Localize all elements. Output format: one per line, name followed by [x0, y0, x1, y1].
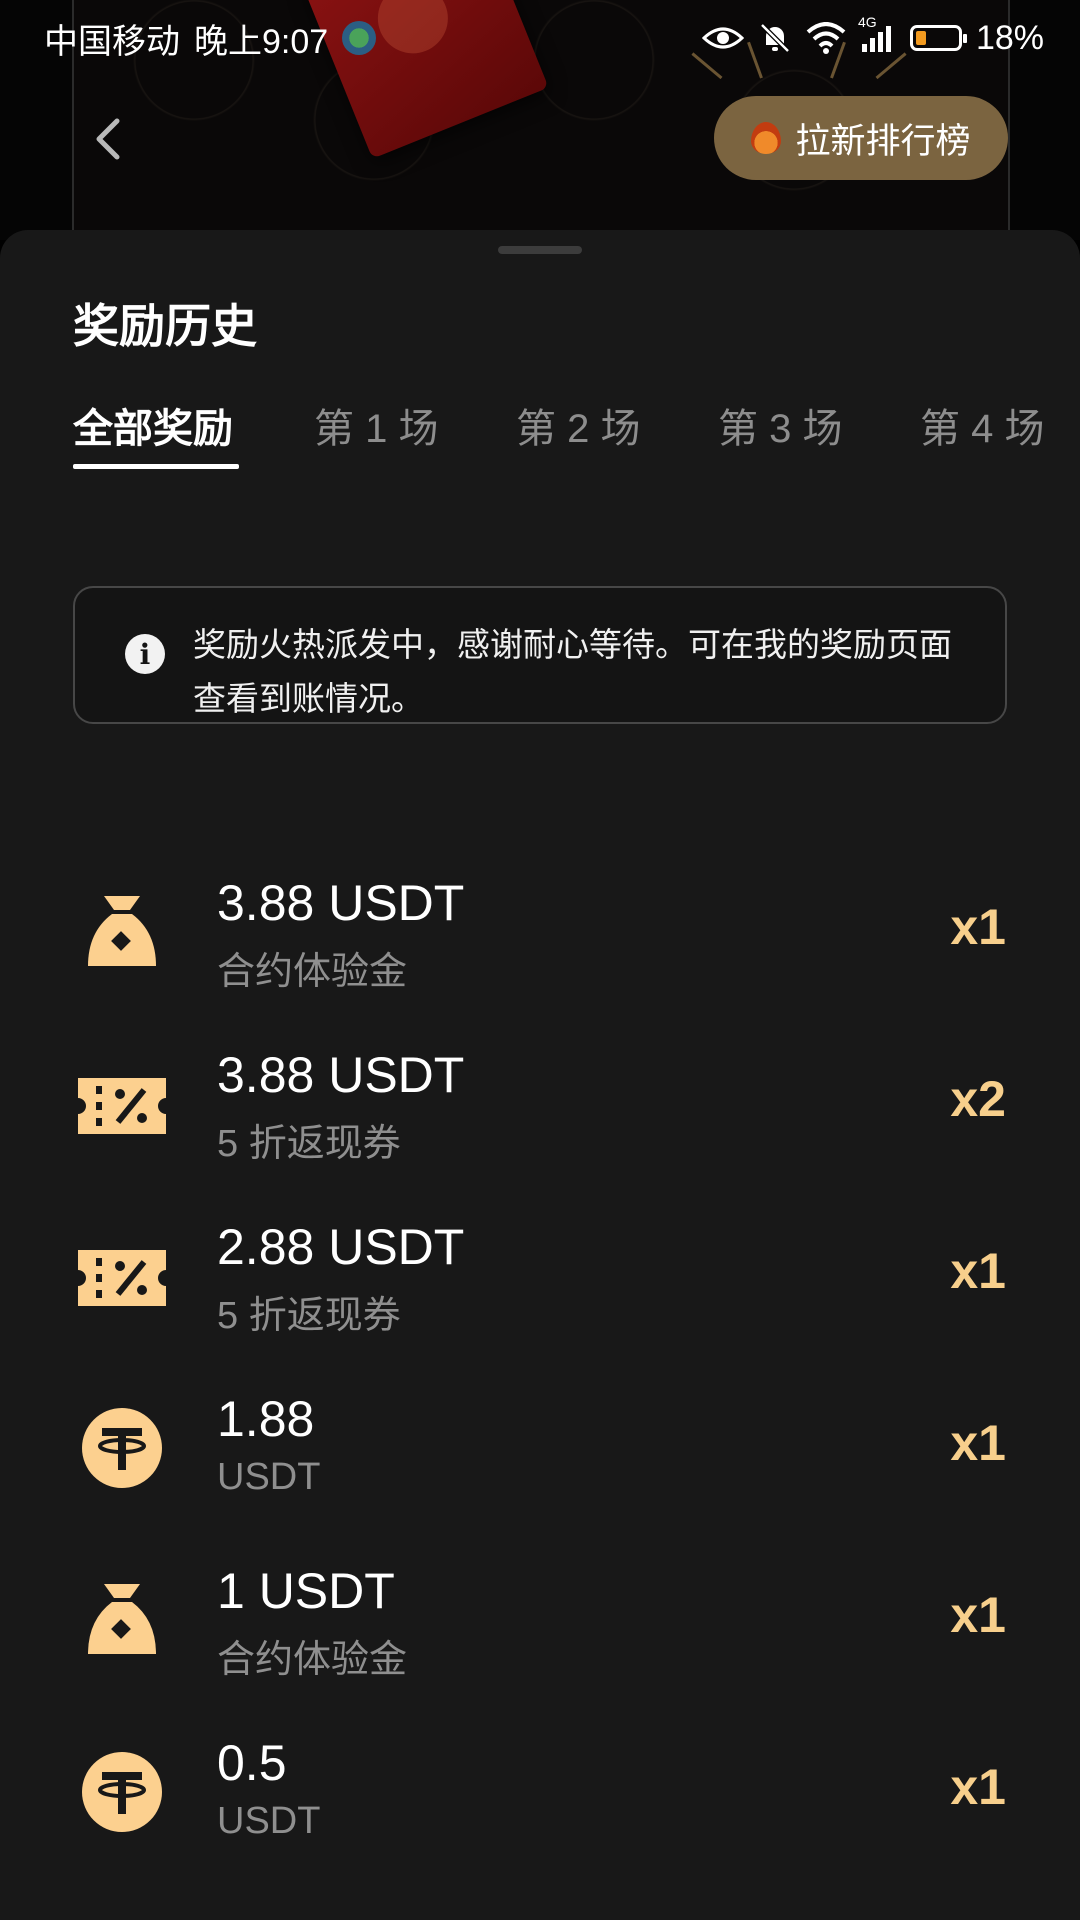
- reward-amount: 2.88 USDT: [217, 1219, 465, 1275]
- sheet-title: 奖励历史: [73, 300, 257, 352]
- tether-icon: [82, 1752, 162, 1832]
- reward-quantity: x1: [950, 1759, 1006, 1815]
- tab-round-2[interactable]: 第 2 场: [516, 396, 640, 454]
- reward-item: 2.88 USDT 5 折返现券 x1: [0, 1192, 1080, 1364]
- eye-icon: [701, 24, 744, 52]
- flame-icon: [751, 122, 782, 154]
- tab-round-4[interactable]: 第 4 场: [920, 396, 1044, 454]
- coupon-icon: [78, 1250, 166, 1306]
- reward-type: 合约体验金: [217, 951, 408, 993]
- reward-quantity: x1: [950, 1587, 1006, 1643]
- reward-amount: 0.5: [217, 1735, 287, 1791]
- reward-type: 5 折返现券: [217, 1123, 401, 1165]
- reward-item: 1.88 USDT x1: [0, 1364, 1080, 1536]
- notice-text: 奖励火热派发中，感谢耐心等待。可在我的奖励页面查看到账情况。: [193, 626, 952, 717]
- carrier-label: 中国移动: [44, 22, 180, 61]
- tab-all-rewards[interactable]: 全部奖励: [73, 396, 233, 454]
- clock: 晚上9:07: [194, 22, 329, 61]
- battery-icon: [909, 25, 967, 51]
- reward-item: 1 USDT 合约体验金 x1: [0, 1536, 1080, 1708]
- money-bag-icon: [88, 896, 156, 966]
- network-type-label: 4G: [857, 14, 877, 30]
- chevron-left-icon: [96, 118, 120, 160]
- info-notice: i 奖励火热派发中，感谢耐心等待。可在我的奖励页面查看到账情况。: [73, 586, 1007, 724]
- tether-icon: [82, 1408, 162, 1488]
- reward-amount: 3.88 USDT: [217, 1047, 465, 1103]
- active-tab-indicator: [73, 464, 239, 469]
- tab-round-3[interactable]: 第 3 场: [718, 396, 842, 454]
- reward-quantity: x1: [950, 899, 1006, 955]
- battery-percent: 18%: [975, 18, 1044, 57]
- reward-item: 0.5 USDT x1: [0, 1708, 1080, 1880]
- app-notification-icon: [342, 21, 377, 55]
- reward-type: USDT: [217, 1456, 321, 1498]
- mute-bell-icon: [758, 21, 792, 55]
- reward-quantity: x1: [950, 1415, 1006, 1471]
- reward-type: 5 折返现券: [217, 1295, 401, 1337]
- cellular-signal-icon: 4G: [858, 14, 896, 54]
- wifi-icon: [806, 22, 846, 54]
- reward-quantity: x1: [950, 1243, 1006, 1299]
- round-tabs: 全部奖励 第 1 场 第 2 场 第 3 场 第 4 场: [0, 380, 1080, 500]
- reward-amount: 1 USDT: [217, 1563, 395, 1619]
- reward-type: 合约体验金: [217, 1639, 408, 1681]
- status-bar: 中国移动 晚上9:07 4G 18%: [0, 0, 1080, 76]
- reward-item: 3.88 USDT 合约体验金 x1: [0, 848, 1080, 1020]
- reward-type: USDT: [217, 1800, 321, 1842]
- coupon-icon: [78, 1078, 166, 1134]
- info-icon: i: [125, 634, 165, 674]
- tab-round-1[interactable]: 第 1 场: [314, 396, 438, 454]
- reward-item: 3.88 USDT 5 折返现券 x2: [0, 1020, 1080, 1192]
- reward-quantity: x2: [950, 1071, 1006, 1127]
- reward-amount: 1.88: [217, 1391, 315, 1447]
- money-bag-icon: [88, 1584, 156, 1654]
- leaderboard-label: 拉新排行榜: [795, 121, 971, 161]
- reward-amount: 3.88 USDT: [217, 875, 465, 931]
- drag-handle[interactable]: [498, 246, 582, 254]
- leaderboard-button[interactable]: 拉新排行榜: [714, 96, 1008, 180]
- back-button[interactable]: [86, 112, 130, 166]
